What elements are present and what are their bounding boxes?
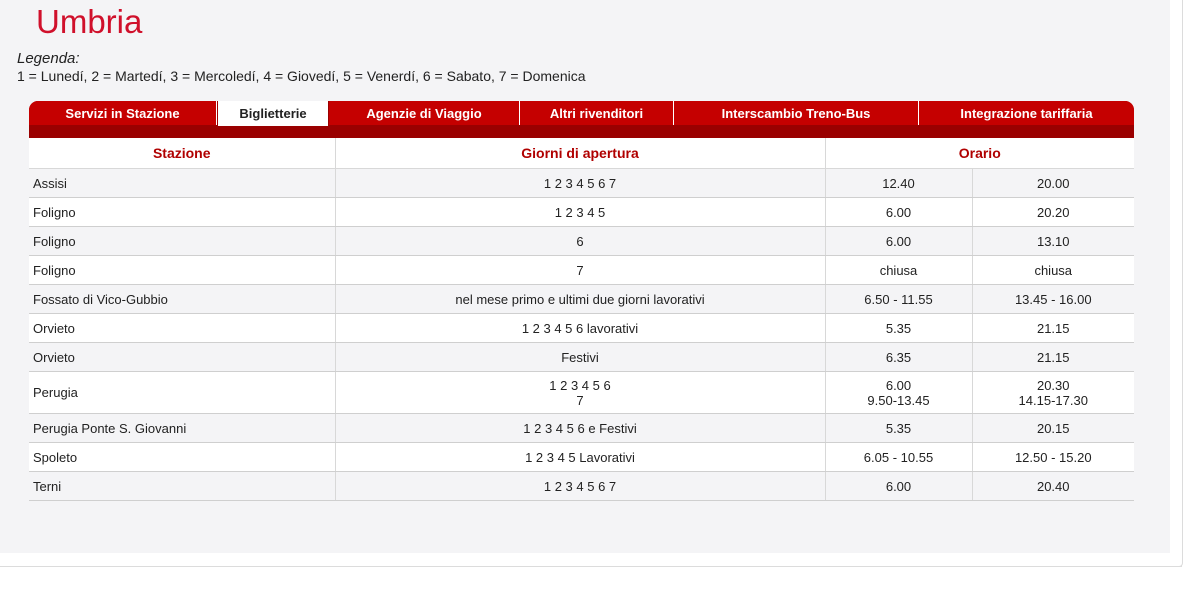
cell-giorni-line: 7	[576, 392, 584, 408]
cell-stazione: Perugia	[29, 371, 336, 414]
table-row: Terni 1 2 3 4 5 6 7 6.00 20.40	[29, 471, 1134, 501]
table-row: Orvieto Festivi 6.35 21.15	[29, 342, 1134, 372]
cell-close-line: 20.30	[1036, 377, 1070, 393]
cell-close: 21.15	[972, 342, 1134, 372]
column-header-giorni: Giorni di apertura	[335, 138, 826, 169]
cell-open-line: 9.50-13.45	[867, 392, 930, 408]
page-title: Umbria	[36, 3, 143, 40]
cell-stazione: Perugia Ponte S. Giovanni	[29, 413, 336, 443]
cell-giorni: 1 2 3 4 5	[335, 197, 826, 227]
tab-integrazione-tariffaria[interactable]: Integrazione tariffaria	[919, 101, 1134, 125]
tab-bar: Servizi in Stazione Biglietterie Agenzie…	[29, 101, 1134, 138]
cell-open: 6.00	[825, 226, 973, 256]
cell-giorni: 1 2 3 4 5 6 e Festivi	[335, 413, 826, 443]
cell-close-line: 14.15-17.30	[1018, 392, 1088, 408]
cell-open: chiusa	[825, 255, 973, 285]
legend-title: Legenda:	[17, 50, 80, 67]
cell-giorni: 7	[335, 255, 826, 285]
cell-open: 6.50 - 11.55	[825, 284, 973, 314]
column-header-orario: Orario	[825, 138, 1134, 169]
tab-agenzie-di-viaggio[interactable]: Agenzie di Viaggio	[329, 101, 520, 125]
panel-bottom-border	[0, 553, 1182, 567]
cell-open: 6.05 - 10.55	[825, 442, 973, 472]
cell-close: 20.20	[972, 197, 1134, 227]
cell-open-line: 6.00	[885, 377, 912, 393]
table-row: Foligno 1 2 3 4 5 6.00 20.20	[29, 197, 1134, 227]
cell-stazione: Fossato di Vico-Gubbio	[29, 284, 336, 314]
cell-stazione: Orvieto	[29, 342, 336, 372]
cell-giorni: 1 2 3 4 5 6 lavorativi	[335, 313, 826, 343]
cell-stazione: Foligno	[29, 226, 336, 256]
cell-giorni: 1 2 3 4 5 6 7	[335, 471, 826, 501]
cell-giorni: 6	[335, 226, 826, 256]
scrollbar-track[interactable]	[1170, 0, 1183, 567]
cell-giorni: 1 2 3 4 5 6 7	[335, 371, 826, 414]
cell-open: 6.00	[825, 197, 973, 227]
cell-stazione: Foligno	[29, 197, 336, 227]
table-row: Fossato di Vico-Gubbio nel mese primo e …	[29, 284, 1134, 314]
cell-stazione: Orvieto	[29, 313, 336, 343]
table-row: Orvieto 1 2 3 4 5 6 lavorativi 5.35 21.1…	[29, 313, 1134, 343]
cell-close: 20.40	[972, 471, 1134, 501]
table-row: Assisi 1 2 3 4 5 6 7 12.40 20.00	[29, 168, 1134, 198]
cell-open: 6.35	[825, 342, 973, 372]
cell-open: 12.40	[825, 168, 973, 198]
cell-open: 5.35	[825, 413, 973, 443]
table-row: Perugia 1 2 3 4 5 6 7 6.00 9.50-13.45 20…	[29, 371, 1134, 414]
cell-close: 21.15	[972, 313, 1134, 343]
cell-open: 5.35	[825, 313, 973, 343]
biglietterie-table: Stazione Giorni di apertura Orario Assis…	[29, 138, 1134, 501]
cell-giorni: nel mese primo e ultimi due giorni lavor…	[335, 284, 826, 314]
column-header-stazione: Stazione	[29, 138, 336, 169]
table-row: Foligno 6 6.00 13.10	[29, 226, 1134, 256]
cell-stazione: Spoleto	[29, 442, 336, 472]
cell-stazione: Terni	[29, 471, 336, 501]
tab-biglietterie[interactable]: Biglietterie	[217, 101, 329, 126]
cell-close: 13.45 - 16.00	[972, 284, 1134, 314]
cell-close: 20.15	[972, 413, 1134, 443]
tab-interscambio-treno-bus[interactable]: Interscambio Treno-Bus	[674, 101, 919, 125]
table-row: Foligno 7 chiusa chiusa	[29, 255, 1134, 285]
legend-text: 1 = Lunedí, 2 = Martedí, 3 = Mercoledí, …	[17, 68, 586, 84]
cell-giorni: Festivi	[335, 342, 826, 372]
cell-close: 12.50 - 15.20	[972, 442, 1134, 472]
cell-close: 13.10	[972, 226, 1134, 256]
cell-stazione: Assisi	[29, 168, 336, 198]
cell-giorni-line: 1 2 3 4 5 6	[549, 377, 611, 393]
table-row: Perugia Ponte S. Giovanni 1 2 3 4 5 6 e …	[29, 413, 1134, 443]
cell-close: 20.00	[972, 168, 1134, 198]
tab-altri-rivenditori[interactable]: Altri rivenditori	[520, 101, 674, 125]
cell-giorni: 1 2 3 4 5 Lavorativi	[335, 442, 826, 472]
cell-open: 6.00 9.50-13.45	[825, 371, 973, 414]
cell-stazione: Foligno	[29, 255, 336, 285]
cell-open: 6.00	[825, 471, 973, 501]
tab-servizi-in-stazione[interactable]: Servizi in Stazione	[29, 101, 217, 125]
cell-close: chiusa	[972, 255, 1134, 285]
table-row: Spoleto 1 2 3 4 5 Lavorativi 6.05 - 10.5…	[29, 442, 1134, 472]
cell-giorni: 1 2 3 4 5 6 7	[335, 168, 826, 198]
cell-close: 20.30 14.15-17.30	[972, 371, 1134, 414]
